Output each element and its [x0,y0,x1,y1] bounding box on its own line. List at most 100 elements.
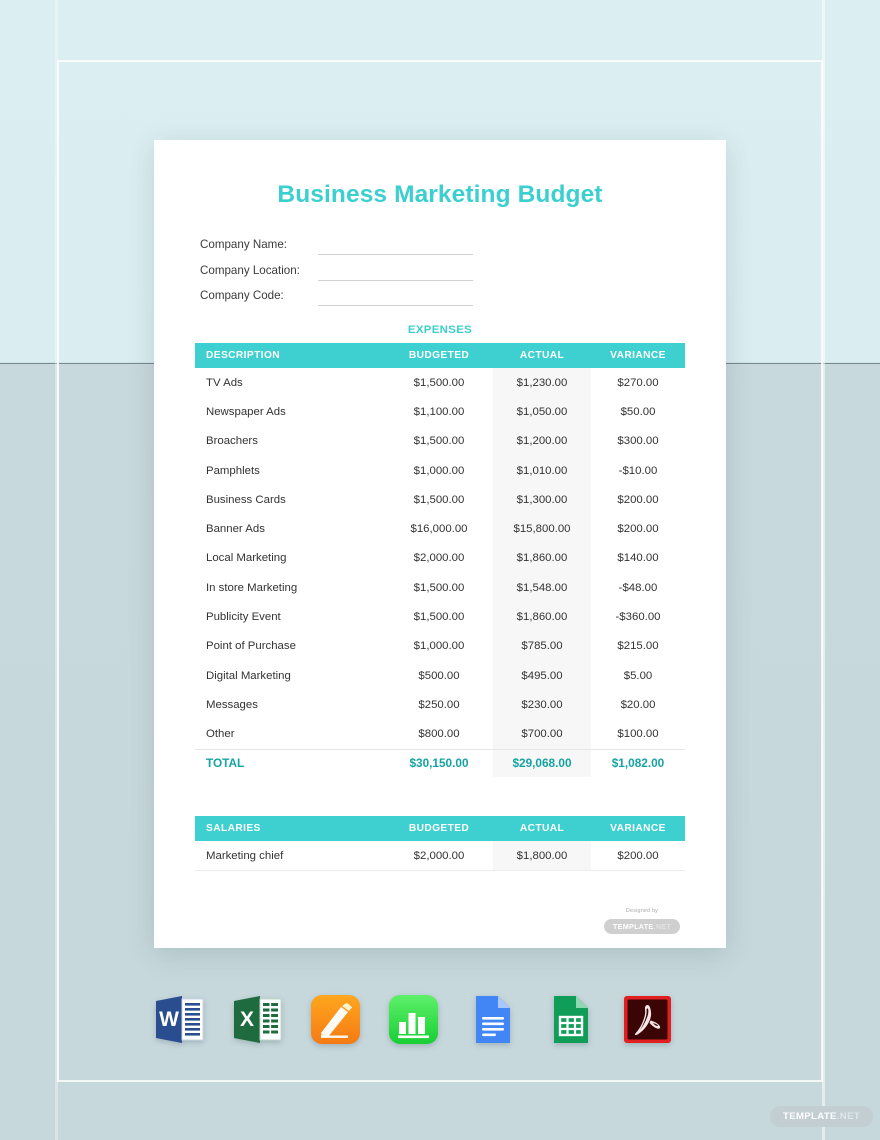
cell-budgeted: $1,500.00 [385,368,493,398]
cell-budgeted: $1,500.00 [385,426,493,456]
cell-variance: $200.00 [591,514,685,544]
company-location-input[interactable] [318,279,473,281]
table-row: Local Marketing $2,000.00 $1,860.00 $140.00 [195,543,685,574]
cell-variance: $100.00 [591,719,685,750]
cell-description: Other [195,719,385,750]
table-row: TV Ads $1,500.00 $1,230.00 $270.00 [195,368,685,398]
column-header-actual: ACTUAL [493,343,591,368]
salaries-table-body: Marketing chief $2,000.00 $1,800.00 $200.00 [195,841,685,872]
column-header-description: DESCRIPTION [195,343,385,368]
svg-text:X: X [240,1008,254,1031]
cell-total-actual: $29,068.00 [493,748,591,777]
expenses-section-caption: EXPENSES [407,324,473,336]
cell-actual: $1,800.00 [493,841,591,872]
cell-description: Marketing chief [195,841,385,872]
cell-actual: $1,200.00 [493,426,591,456]
page-title: Business Marketing Budget [277,181,603,208]
company-code-input[interactable] [318,305,473,306]
cell-budgeted: $1,500.00 [385,573,493,603]
table-row: Point of Purchase $1,000.00 $785.00 $215.00 [195,631,685,661]
expenses-table: DESCRIPTION BUDGETED ACTUAL VARIANCE TV … [195,343,685,777]
cell-budgeted: $16,000.00 [385,514,493,544]
table-row: In store Marketing $1,500.00 $1,548.00 -$48… [195,573,685,603]
cell-actual: $1,860.00 [493,602,591,632]
column-header-salaries: SALARIES [195,816,385,841]
svg-text:W: W [159,1008,179,1031]
cell-description: Local Marketing [195,543,385,574]
cell-variance: $300.00 [591,426,685,456]
template-net-logo: TEMPLATE.NET [603,919,681,934]
cell-actual: $785.00 [493,631,591,661]
cell-actual: $1,230.00 [493,368,591,398]
company-name-label: Company Name: [200,238,287,251]
cell-description: Business Cards [195,485,385,515]
column-header-actual: ACTUAL [493,816,591,841]
cell-actual: $230.00 [493,690,591,720]
google-sheets-icon[interactable] [542,992,597,1047]
cell-budgeted: $1,500.00 [385,485,493,515]
column-header-budgeted: BUDGETED [385,343,493,368]
table-row: Banner Ads $16,000.00 $15,800.00 $200.00 [195,514,685,544]
cell-actual: $495.00 [493,660,591,691]
cell-budgeted: $500.00 [385,660,493,691]
cell-actual: $15,800.00 [493,514,591,544]
table-row: Newspaper Ads $1,100.00 $1,050.00 $50.00 [195,397,685,427]
cell-description: Point of Purchase [195,631,385,661]
adobe-pdf-icon[interactable] [620,992,675,1047]
template-net-watermark: TEMPLATE.NET [770,1106,874,1127]
column-header-variance: VARIANCE [591,816,685,841]
company-code-label: Company Code: [200,289,284,302]
document-page: Business Marketing Budget Company Name: … [154,140,726,948]
cell-actual: $700.00 [493,719,591,750]
cell-budgeted: $1,500.00 [385,602,493,632]
apple-numbers-icon[interactable] [386,992,441,1047]
cell-description: Digital Marketing [195,660,385,691]
cell-actual: $1,050.00 [493,397,591,427]
cell-actual: $1,860.00 [493,543,591,574]
table-row: Marketing chief $2,000.00 $1,800.00 $200.00 [195,841,685,872]
cell-total-variance: $1,082.00 [591,748,685,777]
designed-by-label: Designed by [625,908,659,914]
cell-variance: -$360.00 [591,602,685,632]
cell-variance: $270.00 [591,368,685,398]
microsoft-excel-icon[interactable]: X [230,992,285,1047]
expenses-table-body: TV Ads $1,500.00 $1,230.00 $270.00 Newspaper… [195,368,685,777]
table-header-row: SALARIES BUDGETED ACTUAL VARIANCE [195,816,685,841]
microsoft-word-icon[interactable]: W [152,992,207,1047]
table-row: Publicity Event $1,500.00 $1,860.00 -$360.0… [195,602,685,632]
cell-actual: $1,300.00 [493,485,591,515]
salaries-table-header: SALARIES BUDGETED ACTUAL VARIANCE [195,816,685,841]
salaries-table: SALARIES BUDGETED ACTUAL VARIANCE Market… [195,816,685,872]
cell-variance: $50.00 [591,397,685,427]
company-name-field-row: Company Name: [200,236,520,262]
cell-description: Messages [195,690,385,720]
cell-variance: $200.00 [591,841,685,872]
apple-pages-icon[interactable] [308,992,363,1047]
cell-budgeted: $1,000.00 [385,631,493,661]
table-row: Business Cards $1,500.00 $1,300.00 $200.00 [195,485,685,515]
cell-variance: -$10.00 [591,455,685,486]
company-location-field-row: Company Location: [200,262,520,288]
cell-budgeted: $800.00 [385,719,493,750]
table-row: Messages $250.00 $230.00 $20.00 [195,690,685,720]
cell-variance: $215.00 [591,631,685,661]
cell-budgeted: $250.00 [385,690,493,720]
table-total-row: TOTAL $30,150.00 $29,068.00 $1,082.00 [195,748,685,777]
cell-total-label: TOTAL [195,748,385,777]
company-name-input[interactable] [318,254,473,255]
google-docs-icon[interactable] [464,992,519,1047]
table-header-row: DESCRIPTION BUDGETED ACTUAL VARIANCE [195,343,685,368]
cell-variance: $20.00 [591,690,685,720]
company-fields-group: Company Name: Company Location: Company … [200,236,520,313]
column-header-variance: VARIANCE [591,343,685,368]
company-location-label: Company Location: [200,263,300,277]
cell-description: In store Marketing [195,573,385,603]
watermark-brand: TEMPLATE [783,1110,837,1122]
expenses-table-header: DESCRIPTION BUDGETED ACTUAL VARIANCE [195,343,685,368]
cell-budgeted: $1,100.00 [385,397,493,427]
watermark-suffix: .NET [836,1110,861,1122]
column-header-budgeted: BUDGETED [385,816,493,841]
cell-description: Pamphlets [195,455,385,486]
cell-variance: $140.00 [591,543,685,574]
cell-budgeted: $2,000.00 [385,841,493,872]
